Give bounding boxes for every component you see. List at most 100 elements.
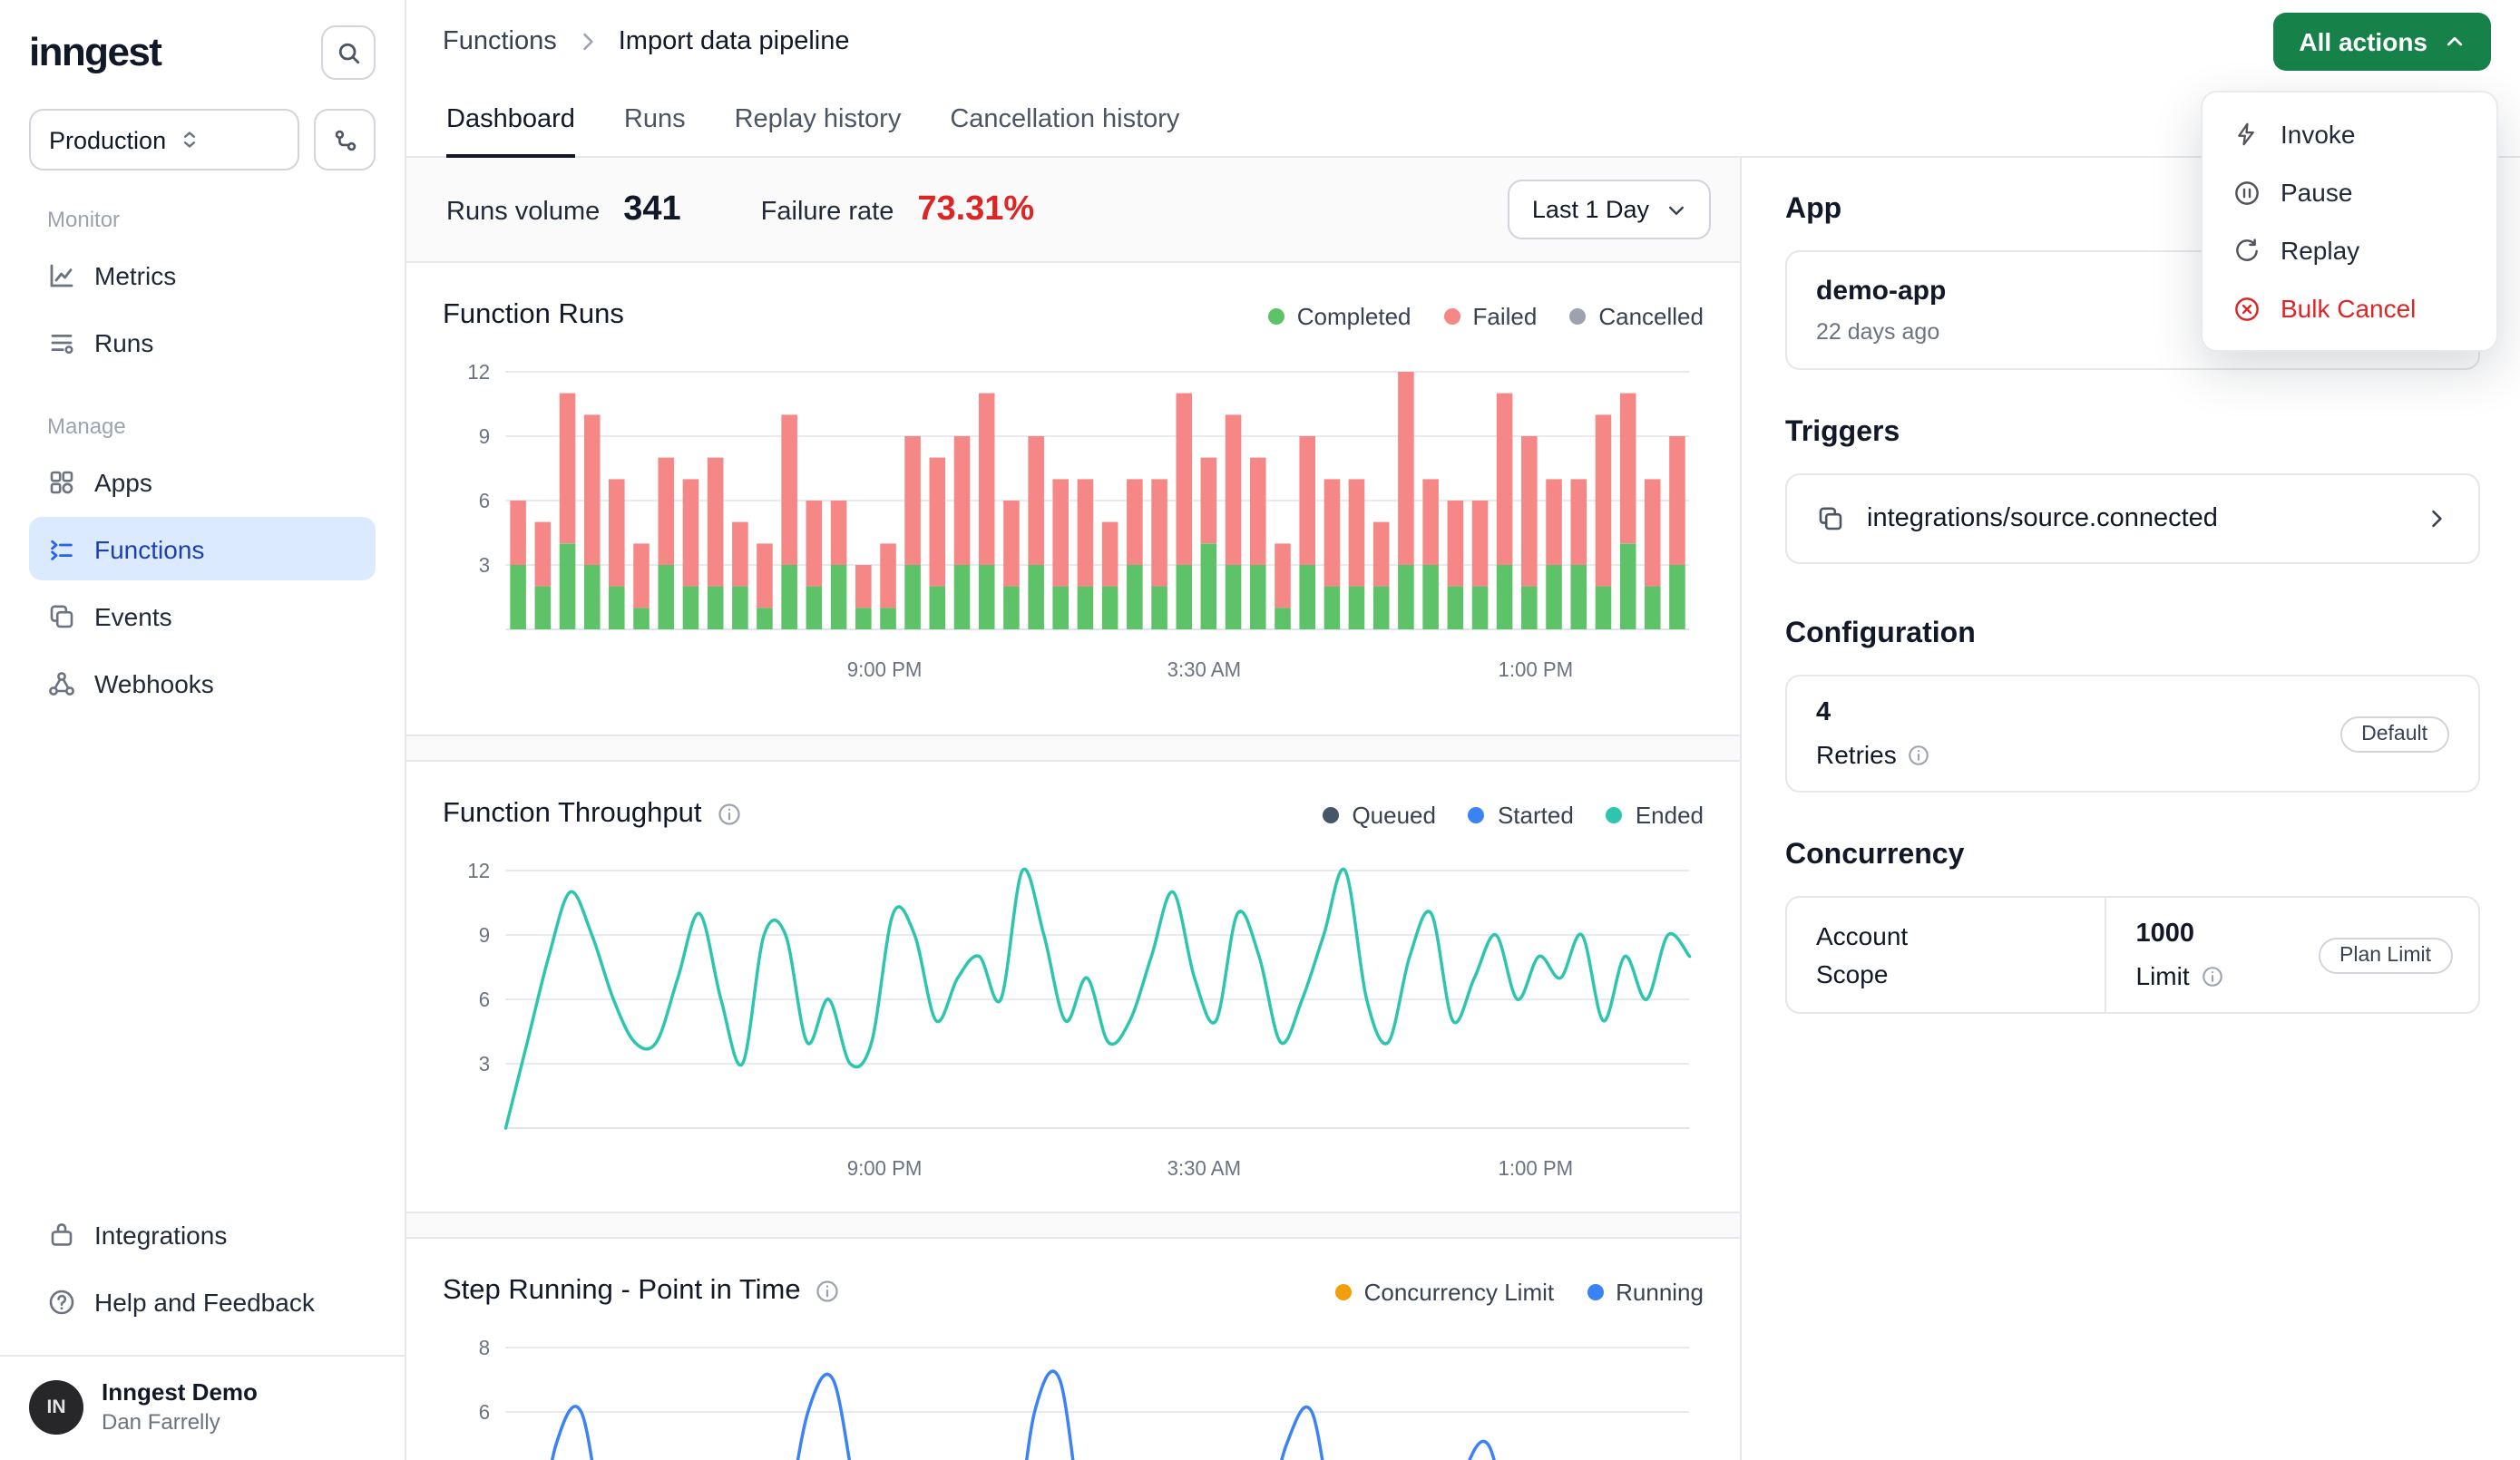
trigger-name: integrations/source.connected — [1867, 504, 2218, 533]
dashboard-column: Runs volume 341 Failure rate 73.31% Last… — [406, 158, 1740, 1460]
info-icon[interactable] — [1908, 743, 1931, 766]
failure-rate-stat: Failure rate 73.31% — [761, 190, 1035, 229]
menu-item-pause[interactable]: Pause — [2215, 163, 2484, 221]
sidebar-item-label: Events — [94, 601, 172, 630]
legend-item-concurrency-limit: Concurrency Limit — [1335, 1278, 1555, 1305]
legend-dot — [1607, 806, 1623, 822]
legend-dot — [1323, 806, 1339, 822]
search-icon — [335, 39, 362, 66]
step-running-legend: Concurrency Limit Running — [1335, 1278, 1704, 1305]
chevron-up-icon — [2444, 31, 2466, 53]
function-throughput-header: Function Throughput Queued Started Ended — [443, 787, 1704, 842]
environment-row: Production — [29, 109, 376, 170]
sidebar-item-metrics[interactable]: Metrics — [29, 243, 376, 307]
svg-text:12: 12 — [467, 361, 490, 384]
svg-text:3: 3 — [479, 554, 490, 577]
environment-settings-button[interactable] — [314, 109, 376, 170]
workflow-icon — [331, 126, 358, 153]
tab-replay-history[interactable]: Replay history — [735, 83, 902, 158]
section-label-monitor: Monitor — [47, 207, 376, 232]
sidebar-item-functions[interactable]: Functions — [29, 517, 376, 580]
webhooks-icon — [47, 668, 76, 697]
sidebar-item-help[interactable]: Help and Feedback — [29, 1270, 376, 1333]
metrics-icon — [47, 260, 76, 289]
info-icon[interactable] — [816, 1279, 841, 1304]
legend-dot — [1335, 1283, 1352, 1299]
trigger-row[interactable]: integrations/source.connected — [1785, 473, 2480, 564]
breadcrumb-functions[interactable]: Functions — [443, 27, 557, 56]
function-throughput-chart: 369129:00 PM3:30 AM1:00 PM — [443, 856, 1704, 1190]
sidebar: inngest Production Monitor — [0, 0, 406, 1460]
sidebar-item-webhooks[interactable]: Webhooks — [29, 651, 376, 715]
function-runs-header: Function Runs Completed Failed Cancelled — [443, 288, 1704, 343]
chart-title: Step Running - Point in Time — [443, 1275, 801, 1308]
breadcrumb-current-page: Import data pipeline — [619, 27, 850, 56]
limit-value: 1000 — [2136, 920, 2224, 949]
legend-dot — [1569, 307, 1586, 324]
info-icon[interactable] — [2201, 964, 2224, 988]
svg-text:8: 8 — [479, 1337, 490, 1359]
runs-volume-value: 341 — [623, 190, 680, 229]
sidebar-item-label: Integrations — [94, 1220, 227, 1249]
all-actions-menu: Invoke Pause Replay Bulk Cancel — [2201, 91, 2498, 352]
svg-text:9: 9 — [479, 425, 490, 448]
triggers-heading: Triggers — [1785, 417, 2480, 450]
svg-text:3: 3 — [479, 1053, 490, 1076]
failure-rate-value: 73.31% — [917, 190, 1034, 229]
legend-item-completed: Completed — [1268, 302, 1411, 329]
replay-icon — [2232, 236, 2261, 265]
tab-dashboard[interactable]: Dashboard — [446, 83, 575, 158]
sidebar-item-label: Webhooks — [94, 668, 214, 697]
concurrency-scope: Account Scope — [1787, 898, 2105, 1012]
sidebar-item-events[interactable]: Events — [29, 584, 376, 647]
tab-cancellation-history[interactable]: Cancellation history — [950, 83, 1179, 158]
failure-rate-label: Failure rate — [761, 197, 894, 226]
sidebar-item-integrations[interactable]: Integrations — [29, 1202, 376, 1266]
plan-limit-badge: Plan Limit — [2318, 937, 2453, 973]
event-icon — [1816, 504, 1845, 533]
step-running-chart: 2468 — [443, 1333, 1704, 1460]
legend-dot — [1268, 307, 1284, 324]
chevron-down-icon — [1665, 199, 1687, 220]
sidebar-item-label: Runs — [94, 327, 153, 356]
svg-text:9: 9 — [479, 924, 490, 947]
function-runs-chart: 369129:00 PM3:30 AM1:00 PM — [443, 357, 1704, 691]
environment-selector[interactable]: Production — [29, 109, 299, 170]
chevron-right-icon — [2424, 506, 2449, 531]
bolt-icon — [2232, 120, 2261, 149]
menu-item-invoke[interactable]: Invoke — [2215, 105, 2484, 163]
concurrency-limit: 1000 Limit Plan Limit — [2105, 898, 2479, 1012]
svg-text:1:00 PM: 1:00 PM — [1499, 1157, 1574, 1180]
runs-volume-label: Runs volume — [446, 197, 600, 226]
chart-title: Function Throughput — [443, 798, 702, 831]
time-range-selector[interactable]: Last 1 Day — [1509, 180, 1711, 239]
function-details-panel: App demo-app 22 days ago Triggers integr… — [1740, 158, 2520, 1460]
pause-icon — [2232, 178, 2261, 207]
menu-item-replay[interactable]: Replay — [2215, 221, 2484, 279]
sidebar-spacer — [29, 718, 376, 1202]
environment-label: Production — [49, 126, 166, 153]
sidebar-item-apps[interactable]: Apps — [29, 450, 376, 513]
topbar: Functions Import data pipeline All actio… — [406, 0, 2520, 83]
legend-dot — [1469, 806, 1485, 822]
scope-subtitle: Scope — [1816, 959, 2076, 988]
svg-text:1:00 PM: 1:00 PM — [1499, 658, 1574, 681]
default-badge: Default — [2339, 715, 2449, 752]
integrations-icon — [47, 1220, 76, 1249]
user-info: Inngest Demo Dan Farrelly — [102, 1378, 258, 1435]
retries-info: 4 Retries — [1816, 698, 1931, 769]
legend-dot — [1587, 1283, 1603, 1299]
svg-text:6: 6 — [479, 1401, 490, 1424]
tab-runs[interactable]: Runs — [624, 83, 686, 158]
legend-dot — [1444, 307, 1460, 324]
info-icon[interactable] — [717, 802, 742, 827]
sidebar-header: inngest — [29, 25, 376, 80]
content: Runs volume 341 Failure rate 73.31% Last… — [406, 158, 2520, 1460]
user-menu[interactable]: IN Inngest Demo Dan Farrelly — [0, 1355, 405, 1460]
svg-text:9:00 PM: 9:00 PM — [847, 658, 923, 681]
retries-value: 4 — [1816, 698, 1931, 727]
sidebar-item-runs[interactable]: Runs — [29, 310, 376, 374]
menu-item-bulk-cancel[interactable]: Bulk Cancel — [2215, 279, 2484, 337]
all-actions-button[interactable]: All actions — [2273, 13, 2491, 71]
search-button[interactable] — [321, 25, 376, 80]
